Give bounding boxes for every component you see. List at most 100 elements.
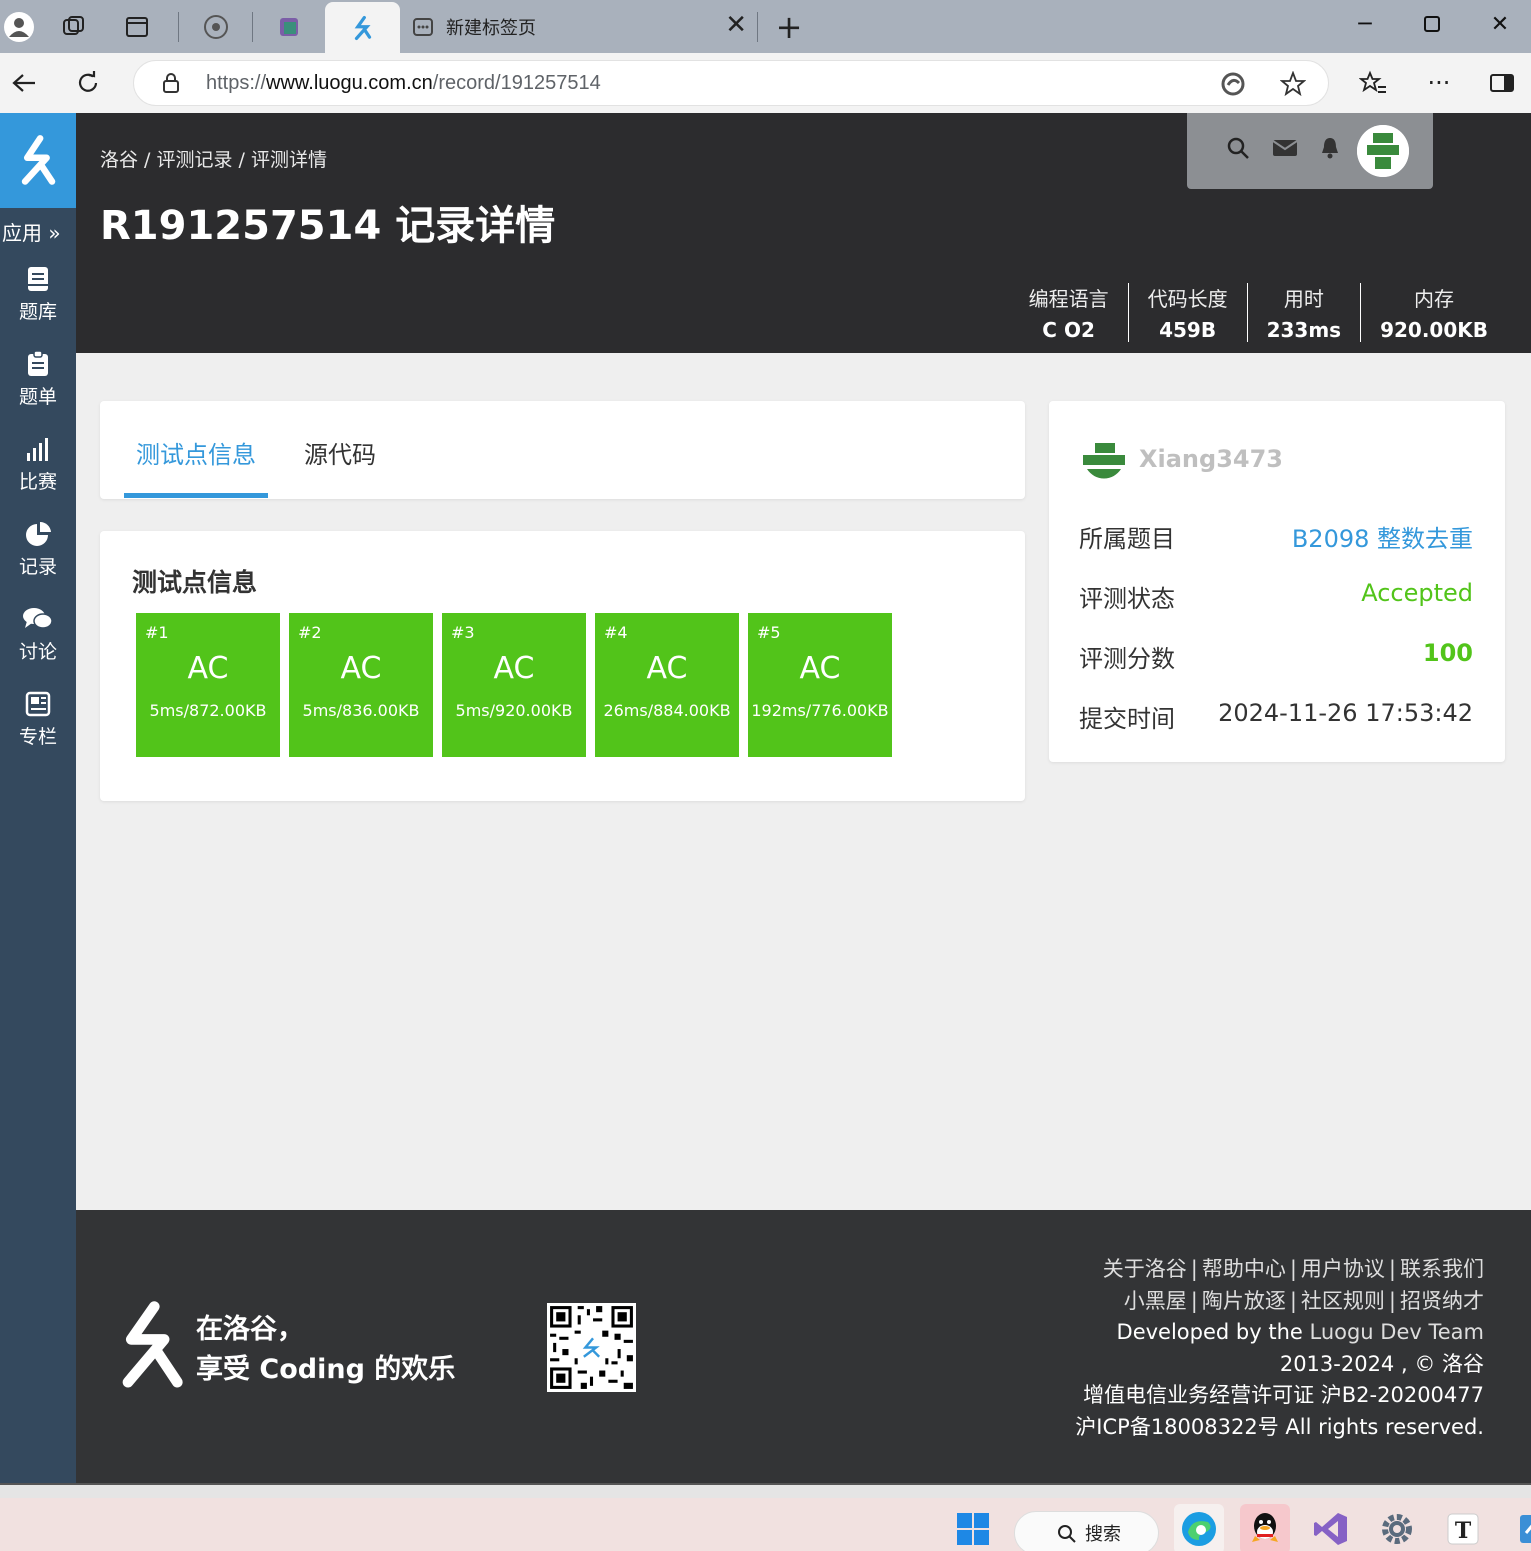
luogu-logo-icon bbox=[21, 134, 56, 185]
footer-link-help[interactable]: 帮助中心 bbox=[1202, 1257, 1286, 1281]
minimize-icon[interactable]: ─ bbox=[1335, 4, 1395, 44]
tab-new[interactable]: 新建标签页 ✕ bbox=[410, 6, 755, 48]
footer-link-jobs[interactable]: 招贤纳才 bbox=[1400, 1289, 1484, 1313]
status-value: Accepted bbox=[1361, 579, 1473, 607]
refresh-icon[interactable] bbox=[68, 63, 108, 103]
tab-title: 新建标签页 bbox=[446, 18, 536, 39]
score-value: 100 bbox=[1422, 639, 1473, 667]
user-panel bbox=[1187, 113, 1433, 189]
problem-link[interactable]: B2098 整数去重 bbox=[1292, 519, 1473, 554]
visual-studio-taskbar-icon[interactable] bbox=[1306, 1504, 1356, 1551]
stat-code-length: 代码长度 459B bbox=[1127, 283, 1247, 342]
footer-link-blackroom[interactable]: 小黑屋 bbox=[1124, 1289, 1187, 1313]
tab-actions-icon[interactable] bbox=[118, 8, 156, 46]
sidebar-item-problem-lists[interactable]: 题单 bbox=[0, 346, 76, 426]
book-icon bbox=[28, 267, 48, 291]
footer-link-rules[interactable]: 社区规则 bbox=[1301, 1289, 1385, 1313]
url-text: https://www.luogu.com.cn/record/19125751… bbox=[206, 72, 601, 94]
settings-taskbar-icon[interactable] bbox=[1372, 1504, 1422, 1551]
luogu-logo[interactable] bbox=[0, 113, 76, 208]
testcases-title: 测试点信息 bbox=[132, 568, 258, 597]
testcase-box[interactable]: #4 AC 26ms/884.00KB bbox=[595, 613, 739, 757]
testcase-box[interactable]: #5 AC 192ms/776.00KB bbox=[748, 613, 892, 757]
stat-time: 用时 233ms bbox=[1246, 283, 1361, 342]
sidebar-item-discuss[interactable]: 讨论 bbox=[0, 601, 76, 681]
tab-underline bbox=[124, 493, 268, 498]
page-title: R191257514 记录详情 bbox=[100, 203, 556, 249]
address-bar-row: https://www.luogu.com.cn/record/19125751… bbox=[0, 53, 1531, 113]
favorites-icon[interactable] bbox=[1353, 63, 1393, 103]
sidebar-toggle-icon[interactable] bbox=[1482, 63, 1522, 103]
back-icon[interactable] bbox=[4, 63, 44, 103]
footer-license[interactable]: 增值电信业务经营许可证 沪B2-20200477 bbox=[1075, 1380, 1484, 1412]
lock-icon[interactable] bbox=[161, 72, 181, 94]
maximize-icon[interactable] bbox=[1402, 4, 1462, 44]
footer: 在洛谷， 享受 Coding 的欢乐 关于洛谷 | 帮助中心 | 用户协议 | 联系我们 小 bbox=[76, 1210, 1531, 1483]
newspaper-icon bbox=[25, 691, 51, 717]
taskbar-search[interactable]: 搜索 bbox=[1014, 1511, 1159, 1551]
pie-chart-icon bbox=[26, 521, 51, 546]
footer-logo-icon bbox=[122, 1301, 183, 1388]
record-header: 洛谷 / 评测记录 / 评测详情 R191257514 记录详情 编程语言 C … bbox=[76, 113, 1531, 353]
mail-icon[interactable] bbox=[1270, 133, 1300, 163]
footer-developed-by: Developed by the Luogu Dev Team bbox=[1116, 1320, 1484, 1344]
qr-code-icon bbox=[547, 1303, 636, 1392]
tab-favicon-chrome[interactable] bbox=[197, 8, 235, 46]
bell-icon[interactable] bbox=[1315, 133, 1345, 163]
edge-taskbar-icon[interactable] bbox=[1174, 1504, 1224, 1551]
submit-time-value: 2024-11-26 17:53:42 bbox=[1218, 699, 1473, 727]
testcase-box[interactable]: #1 AC 5ms/872.00KB bbox=[136, 613, 280, 757]
submitter-username[interactable]: Xiang3473 bbox=[1139, 445, 1283, 473]
windows-start-icon[interactable] bbox=[948, 1504, 998, 1551]
profile-icon[interactable] bbox=[0, 8, 38, 46]
new-tab-button[interactable]: + bbox=[770, 8, 808, 46]
info-row-time: 提交时间 2024-11-26 17:53:42 bbox=[1079, 699, 1473, 733]
testcase-grid: #1 AC 5ms/872.00KB #2 AC 5ms/836.00KB #3… bbox=[136, 613, 892, 757]
window-bottom-border bbox=[0, 1483, 1531, 1498]
favorite-star-icon[interactable] bbox=[1280, 71, 1306, 97]
footer-link-about[interactable]: 关于洛谷 bbox=[1103, 1257, 1187, 1281]
close-window-icon[interactable]: ✕ bbox=[1470, 4, 1530, 44]
workspaces-icon[interactable] bbox=[55, 8, 93, 46]
clipboard-icon bbox=[28, 350, 48, 376]
info-row-score: 评测分数 100 bbox=[1079, 639, 1473, 673]
info-row-problem: 所属题目 B2098 整数去重 bbox=[1079, 519, 1473, 559]
typora-taskbar-icon[interactable]: T bbox=[1438, 1504, 1488, 1551]
breadcrumb[interactable]: 洛谷 / 评测记录 / 评测详情 bbox=[100, 145, 327, 172]
more-icon[interactable]: ··· bbox=[1419, 63, 1459, 103]
windows-taskbar: 搜索 T bbox=[0, 1498, 1531, 1551]
sidebar-item-columns[interactable]: 专栏 bbox=[0, 686, 76, 766]
apps-toggle[interactable]: 应用 » bbox=[0, 217, 76, 246]
sidebar-item-contests[interactable]: 比赛 bbox=[0, 431, 76, 511]
info-row-status: 评测状态 Accepted bbox=[1079, 579, 1473, 613]
footer-link-dev-team[interactable]: Luogu Dev Team bbox=[1309, 1320, 1484, 1344]
search-icon bbox=[1058, 1525, 1076, 1543]
stat-language: 编程语言 C O2 bbox=[1028, 287, 1109, 342]
footer-link-contact[interactable]: 联系我们 bbox=[1400, 1257, 1484, 1281]
footer-link-terms[interactable]: 用户协议 bbox=[1301, 1257, 1385, 1281]
newtab-favicon-icon bbox=[413, 18, 433, 36]
url-field[interactable]: https://www.luogu.com.cn/record/19125751… bbox=[133, 60, 1329, 106]
tab-separator bbox=[252, 12, 253, 42]
tab-favicon-app[interactable] bbox=[270, 8, 308, 46]
tab-luogu[interactable] bbox=[325, 2, 400, 53]
qq-taskbar-icon[interactable] bbox=[1240, 1504, 1290, 1551]
submitter-avatar[interactable] bbox=[1079, 437, 1129, 487]
sidebar-item-records[interactable]: 记录 bbox=[0, 516, 76, 596]
search-icon[interactable] bbox=[1223, 133, 1253, 163]
tab-testcases[interactable]: 测试点信息 bbox=[136, 435, 256, 470]
footer-icp[interactable]: 沪ICP备18008322号 All rights reserved. bbox=[1075, 1412, 1484, 1444]
testcase-box[interactable]: #2 AC 5ms/836.00KB bbox=[289, 613, 433, 757]
luogu-favicon-icon bbox=[354, 15, 371, 40]
footer-links-row2: 小黑屋 | 陶片放逐 | 社区规则 | 招贤纳才 bbox=[1123, 1288, 1484, 1313]
double-chevron-icon: » bbox=[48, 221, 61, 245]
user-avatar[interactable] bbox=[1357, 125, 1409, 177]
tab-source-code[interactable]: 源代码 bbox=[304, 435, 376, 470]
edge-read-aloud-icon[interactable] bbox=[1220, 71, 1246, 97]
close-tab-icon[interactable]: ✕ bbox=[725, 10, 747, 40]
testcase-box[interactable]: #3 AC 5ms/920.00KB bbox=[442, 613, 586, 757]
sidebar-item-problems[interactable]: 题库 bbox=[0, 261, 76, 341]
tab-separator bbox=[178, 12, 179, 42]
footer-link-ostracism[interactable]: 陶片放逐 bbox=[1202, 1289, 1286, 1313]
app-taskbar-icon[interactable] bbox=[1504, 1504, 1531, 1551]
